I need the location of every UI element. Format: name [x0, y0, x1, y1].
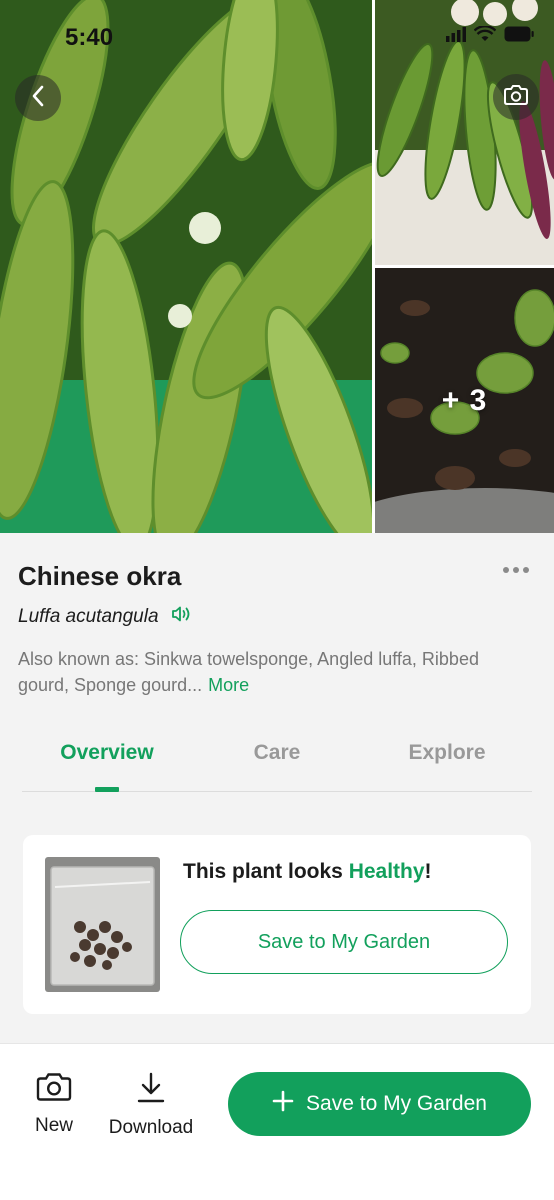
- seed-packet-image: [45, 857, 160, 992]
- seedling-photo[interactable]: + 3: [375, 268, 554, 533]
- also-known-as: Also known as: Sinkwa towelsponge, Angle…: [18, 646, 518, 698]
- tab-care[interactable]: Care: [192, 741, 362, 765]
- health-card: This plant looks Healthy! Save to My Gar…: [23, 835, 531, 1014]
- save-to-garden-button[interactable]: Save to My Garden: [228, 1072, 531, 1136]
- status-icons: [446, 25, 534, 47]
- plus-icon: [272, 1090, 294, 1118]
- health-status-text: This plant looks Healthy!: [183, 860, 432, 884]
- signal-icon: [446, 26, 466, 47]
- health-prefix: This plant looks: [183, 860, 349, 883]
- active-tab-indicator: [95, 787, 119, 792]
- photo-gallery: + 3 5:40: [0, 0, 554, 533]
- battery-icon: [504, 26, 534, 47]
- more-icon: [503, 567, 509, 573]
- bottom-action-bar: New Download Save to My Garden: [0, 1043, 554, 1200]
- wifi-icon: [473, 25, 497, 47]
- tab-explore[interactable]: Explore: [362, 741, 532, 765]
- plant-info-panel: Chinese okra Luffa acutangula Also known…: [0, 533, 554, 1043]
- card-save-to-garden-button[interactable]: Save to My Garden: [180, 910, 508, 974]
- download-label: Download: [108, 1117, 194, 1138]
- download-button[interactable]: Download: [104, 1072, 198, 1139]
- camera-button[interactable]: [493, 74, 539, 120]
- speaker-icon[interactable]: [171, 605, 193, 628]
- more-link[interactable]: More: [208, 675, 249, 695]
- download-icon: [136, 1072, 166, 1109]
- health-status: Healthy: [348, 860, 425, 883]
- more-photos-count[interactable]: + 3: [375, 268, 554, 533]
- plant-latin-name: Luffa acutangula: [18, 605, 159, 627]
- new-label: New: [34, 1115, 73, 1136]
- camera-icon: [36, 1072, 72, 1107]
- health-suffix: !: [424, 860, 432, 883]
- main-plant-photo[interactable]: [0, 0, 372, 533]
- status-time: 5:40: [65, 24, 114, 51]
- tab-overview[interactable]: Overview: [22, 741, 192, 765]
- tab-bar: Overview Care Explore: [22, 741, 532, 792]
- more-options-button[interactable]: [503, 567, 529, 573]
- latin-name-row: Luffa acutangula: [18, 605, 193, 628]
- back-button[interactable]: [15, 75, 61, 121]
- new-scan-button[interactable]: New: [26, 1072, 82, 1137]
- save-to-garden-label: Save to My Garden: [306, 1092, 487, 1115]
- plant-common-name: Chinese okra: [18, 561, 182, 591]
- back-icon: [31, 85, 45, 112]
- camera-icon: [503, 84, 529, 111]
